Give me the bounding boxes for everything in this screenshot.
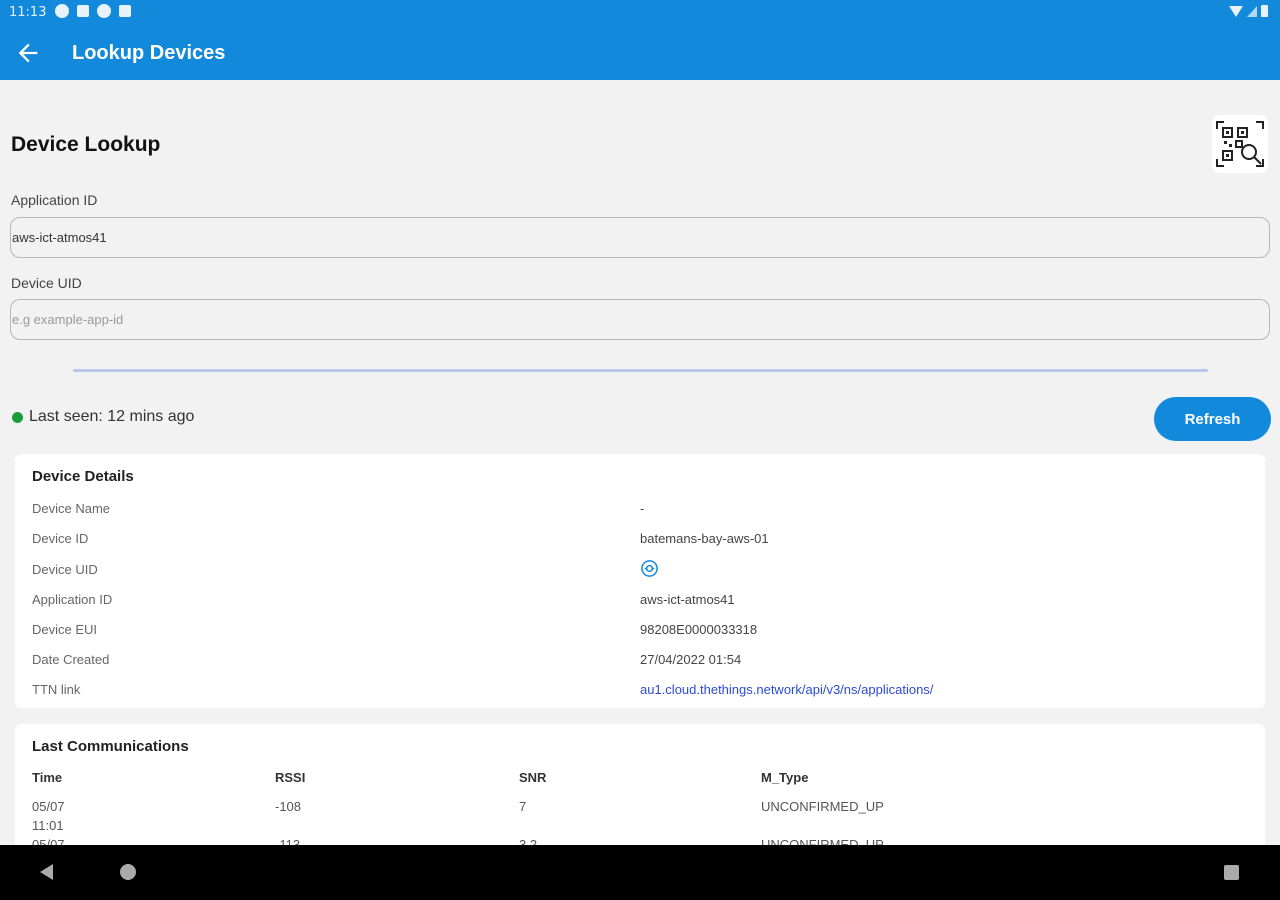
copy-icon[interactable]	[640, 559, 659, 578]
status-time: 11:13	[9, 5, 47, 20]
refresh-button[interactable]: Refresh	[1154, 397, 1271, 441]
cell-time-date: 05/07	[32, 799, 65, 814]
back-triangle-icon[interactable]	[40, 864, 53, 880]
application-id-label: Application ID	[11, 192, 98, 208]
device-details-title: Device Details	[32, 468, 134, 485]
qr-scan-button[interactable]	[1212, 115, 1268, 173]
app-bar: Lookup Devices	[0, 26, 1280, 80]
divider	[73, 369, 1208, 372]
column-header-snr: SNR	[519, 770, 547, 785]
device-eui-value: 98208E0000033318	[640, 622, 758, 637]
date-created-value: 27/04/2022 01:54	[640, 652, 742, 667]
sync-icon	[97, 4, 111, 18]
device-id-value: batemans-bay-aws-01	[640, 531, 769, 546]
qr-scan-icon	[1216, 121, 1264, 167]
application-id-value: aws-ict-atmos41	[640, 592, 735, 607]
last-communications-title: Last Communications	[32, 738, 189, 755]
cell-m-type: UNCONFIRMED_UP	[761, 799, 884, 814]
signal-icon	[1247, 5, 1257, 17]
sd-card-icon	[119, 5, 131, 17]
application-id-input[interactable]	[10, 217, 1270, 258]
arrow-left-icon[interactable]	[14, 39, 42, 67]
device-name-value: -	[640, 501, 645, 516]
last-seen-text: Last seen: 12 mins ago	[29, 408, 195, 425]
last-communications-card: Last Communications Time RSSI SNR M_Type…	[15, 724, 1265, 864]
device-uid-input[interactable]	[10, 299, 1270, 340]
detail-label: Device ID	[32, 531, 89, 546]
status-icons	[55, 4, 131, 18]
home-circle-icon[interactable]	[120, 864, 136, 880]
last-seen-status: Last seen: 12 mins ago	[12, 408, 194, 426]
detail-label: TTN link	[32, 682, 81, 697]
cell-time-clock: 11:01	[32, 818, 64, 833]
detail-label: Application ID	[32, 592, 113, 607]
navigation-bar	[0, 845, 1280, 900]
cell-snr: 7	[519, 799, 527, 814]
wifi-icon	[1229, 5, 1243, 17]
device-uid-label: Device UID	[11, 275, 82, 291]
a-icon	[55, 4, 69, 18]
device-details-card: Device Details Device Name - Device ID b…	[15, 454, 1265, 708]
column-header-rssi: RSSI	[275, 770, 306, 785]
detail-label: Date Created	[32, 652, 110, 667]
page-title: Device Lookup	[11, 133, 161, 156]
column-header-m-type: M_Type	[761, 770, 809, 785]
status-right-icons	[1229, 5, 1268, 17]
battery-icon	[1261, 5, 1268, 17]
ttn-link[interactable]: au1.cloud.thethings.network/api/v3/ns/ap…	[640, 682, 933, 697]
detail-label: Device UID	[32, 562, 98, 577]
status-bar: 11:13	[0, 0, 1280, 26]
cell-rssi: -108	[275, 799, 302, 814]
column-header-time: Time	[32, 770, 63, 785]
recents-square-icon[interactable]	[1224, 865, 1239, 880]
app-bar-title: Lookup Devices	[72, 42, 226, 64]
detail-label: Device Name	[32, 501, 111, 516]
online-status-dot	[12, 411, 23, 423]
notification-icon	[77, 5, 89, 17]
detail-label: Device EUI	[32, 622, 98, 637]
